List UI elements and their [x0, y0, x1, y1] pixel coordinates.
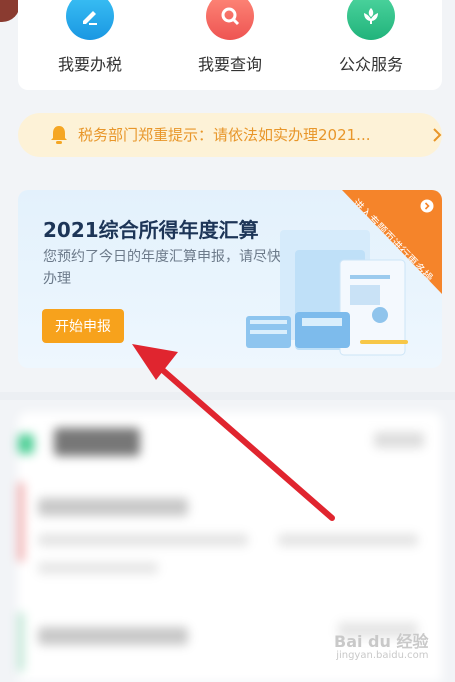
watermark-brand: Bai du 经验	[334, 632, 429, 651]
red-annotation-arrow	[132, 344, 335, 521]
baidu-watermark: Bai du 经验 jingyan.baidu.com	[334, 628, 428, 661]
watermark-url: jingyan.baidu.com	[336, 650, 429, 661]
